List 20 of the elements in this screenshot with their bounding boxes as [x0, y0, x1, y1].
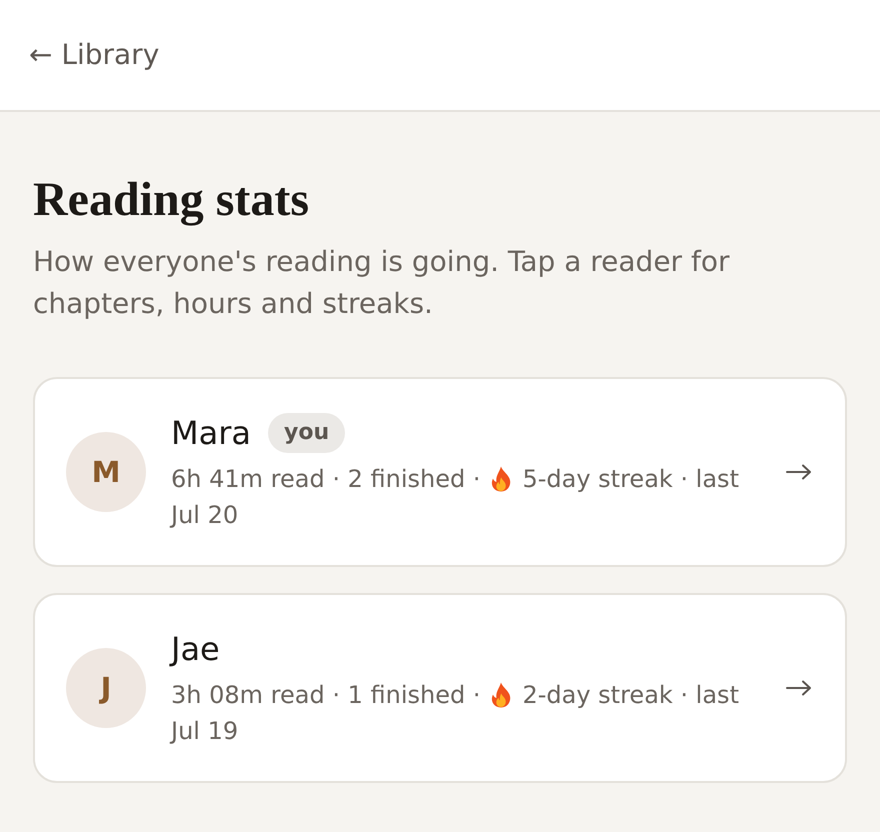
reader-card[interactable]: M Mara you 6h 41m read · 2 finished · 5-day streak · last Jul 20: [33, 376, 847, 567]
you-badge: you: [268, 412, 346, 453]
reading-summary: 3h 08m read · 1 finished ·: [171, 680, 480, 711]
last-read-date: Jul 20: [171, 500, 238, 531]
reader-name: Jae: [171, 628, 220, 670]
back-link[interactable]: ← Library: [29, 36, 160, 74]
page-title: Reading stats: [33, 172, 310, 228]
avatar: J: [66, 648, 146, 728]
reading-summary: 6h 41m read · 2 finished ·: [171, 464, 480, 495]
reader-name: Mara: [171, 412, 251, 454]
streak-text: 5-day streak · last: [522, 464, 739, 495]
arrow-right-icon: [786, 464, 812, 480]
streak-text: 2-day streak · last: [522, 680, 739, 711]
flame-icon: [490, 682, 512, 708]
arrow-right-icon: [786, 680, 812, 696]
reader-card[interactable]: J Jae 3h 08m read · 1 finished · 2-day streak · last Jul 19: [33, 592, 847, 783]
page-description: How everyone's reading is going. Tap a reader for chapters, hours and streaks.: [33, 244, 730, 322]
avatar: M: [66, 432, 146, 512]
last-read-date: Jul 19: [171, 716, 238, 747]
flame-icon: [490, 466, 512, 492]
